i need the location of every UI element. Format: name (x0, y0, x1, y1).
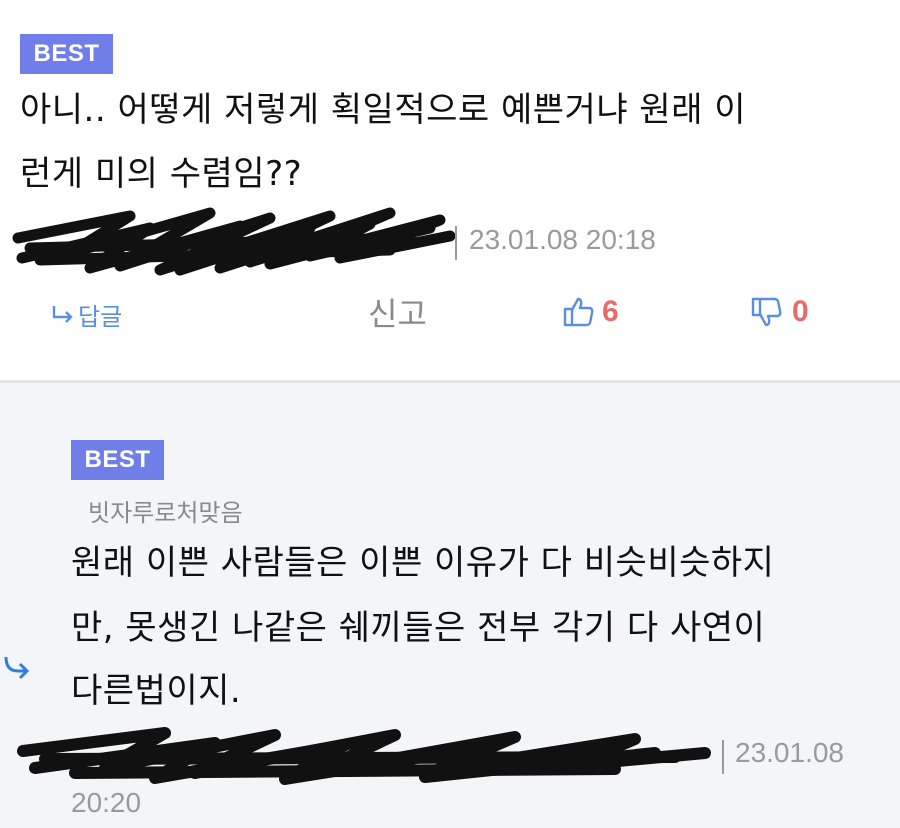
thumbs-up-icon (563, 297, 594, 327)
reply-time: 20:20 (71, 787, 142, 818)
like-count: 6 (602, 295, 619, 328)
report-button[interactable]: 신고 (368, 290, 427, 334)
comment-date: 23.01.08 20:18 (469, 224, 656, 255)
best-badge: BEST (20, 34, 113, 74)
comment-text-line-2: 런게 미의 수렴임?? (20, 154, 303, 194)
reply-text-line-3: 다른법이지. (71, 671, 242, 711)
report-label: 신고 (368, 295, 427, 333)
reply-date: 23.01.08 (735, 737, 844, 768)
dislike-count: 0 (792, 295, 809, 328)
redacted-author-scribble (17, 727, 711, 785)
reply-text-line-1: 원래 이쁜 사람들은 이쁜 이유가 다 비슷비슷하지 (71, 543, 775, 583)
parent-reference: 빗자루로처맞음 (88, 499, 243, 527)
best-badge: BEST (71, 440, 164, 480)
reply-indent-arrow-icon (4, 656, 30, 680)
like-button[interactable]: 6 (562, 292, 619, 332)
thumbs-down-icon (751, 297, 782, 327)
comment-text-line-1: 아니.. 어떻게 저렇게 획일적으로 예쁜거냐 원래 이 (20, 90, 747, 130)
reply-text-line-2: 만, 못생긴 나같은 쉐끼들은 전부 각기 다 사연이 (71, 608, 766, 648)
reply-arrow-icon (52, 306, 73, 323)
meta-separator (455, 226, 457, 260)
meta-separator (722, 740, 724, 774)
comment-2-reply: BEST 빗자루로처맞음 원래 이쁜 사람들은 이쁜 이유가 다 비슷비슷하지 … (0, 380, 900, 828)
redacted-author-scribble (12, 207, 456, 276)
reply-label: 답글 (78, 302, 123, 331)
reply-button[interactable]: 답글 (50, 296, 122, 332)
dislike-button[interactable]: 0 (750, 292, 809, 332)
